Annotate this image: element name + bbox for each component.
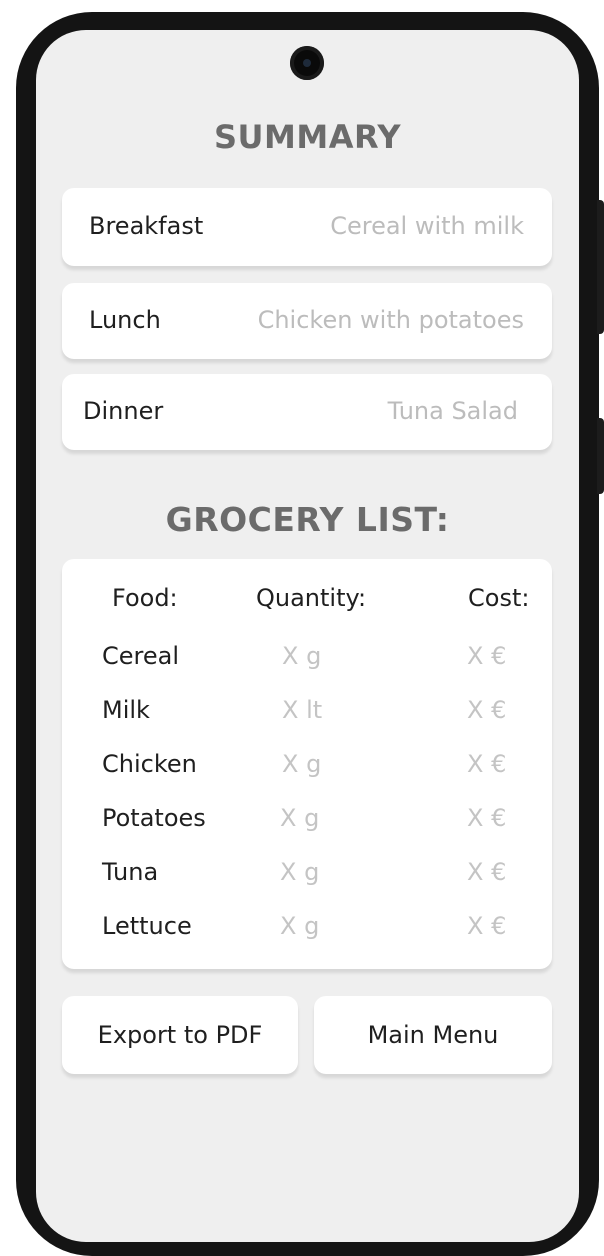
- food-cost: X €: [467, 858, 507, 886]
- food-cost: X €: [467, 642, 507, 670]
- food-quantity: X g: [280, 858, 320, 886]
- food-name: Chicken: [102, 750, 197, 778]
- column-header-cost: Cost:: [468, 584, 530, 612]
- main-menu-button[interactable]: Main Menu: [314, 996, 552, 1074]
- meal-value: Chicken with potatoes: [257, 306, 524, 334]
- food-name: Potatoes: [102, 804, 206, 832]
- food-name: Lettuce: [102, 912, 192, 940]
- grocery-list-title: GROCERY LIST:: [165, 500, 450, 539]
- food-cost: X €: [467, 804, 507, 832]
- meal-label: Lunch: [89, 306, 161, 334]
- food-quantity: X g: [280, 912, 320, 940]
- power-button: [597, 200, 604, 334]
- food-quantity: X g: [280, 804, 320, 832]
- food-cost: X €: [467, 912, 507, 940]
- food-quantity: X g: [282, 750, 322, 778]
- food-name: Cereal: [102, 642, 180, 670]
- front-camera: [290, 46, 324, 80]
- column-header-quantity: Quantity:: [256, 584, 367, 612]
- meal-card-dinner[interactable]: Dinner Tuna Salad: [62, 374, 552, 450]
- meal-card-breakfast[interactable]: Breakfast Cereal with milk: [62, 188, 552, 266]
- meal-value: Cereal with milk: [330, 212, 524, 240]
- grocery-table: Food: Quantity: Cost: Cereal X g X € Mil…: [62, 559, 552, 969]
- summary-title: SUMMARY: [213, 118, 402, 156]
- food-name: Milk: [102, 696, 150, 724]
- volume-button: [597, 418, 604, 494]
- meal-label: Breakfast: [89, 212, 204, 240]
- meal-label: Dinner: [83, 397, 164, 425]
- food-quantity: X lt: [282, 696, 323, 724]
- meal-card-lunch[interactable]: Lunch Chicken with potatoes: [62, 283, 552, 359]
- export-to-pdf-button[interactable]: Export to PDF: [62, 996, 298, 1074]
- meal-value: Tuna Salad: [387, 397, 518, 425]
- food-cost: X €: [467, 750, 507, 778]
- food-name: Tuna: [102, 858, 159, 886]
- food-quantity: X g: [282, 642, 322, 670]
- screen: SUMMARY Breakfast Cereal with milk Lunch…: [36, 30, 579, 1242]
- column-header-food: Food:: [112, 584, 178, 612]
- food-cost: X €: [467, 696, 507, 724]
